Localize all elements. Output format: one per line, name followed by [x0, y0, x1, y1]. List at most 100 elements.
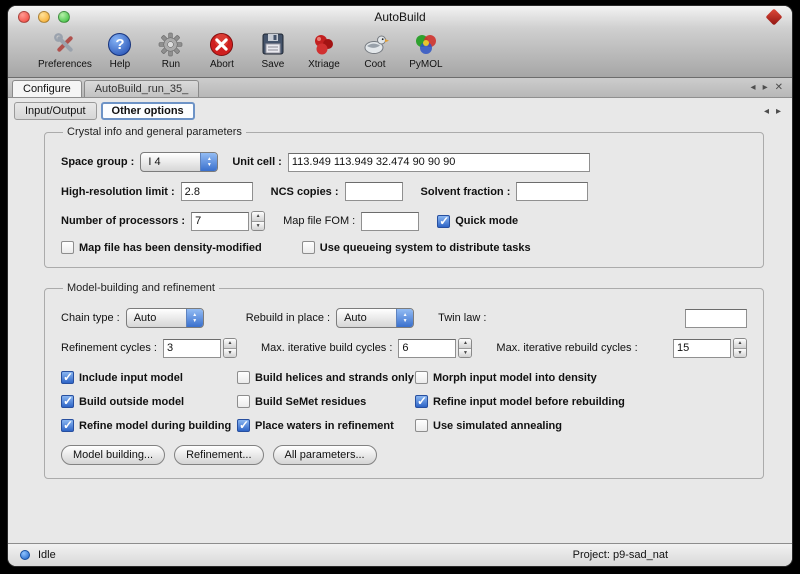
morph-input-model-checkbox[interactable]: Morph input model into density [415, 371, 747, 384]
stepper-down-icon[interactable]: ▼ [734, 349, 746, 358]
build-helices-strands-checkbox[interactable]: Build helices and strands only [237, 371, 415, 384]
processors-spinner: ▲ ▼ [191, 211, 265, 231]
checkbox-icon [415, 371, 428, 384]
queueing-checkbox[interactable]: Use queueing system to distribute tasks [302, 241, 531, 254]
options-scroll-right-icon[interactable]: ▸ [776, 106, 781, 117]
tab-scroll-left-icon[interactable]: ◂ [751, 82, 756, 93]
xtriage-button[interactable]: Xtriage [301, 29, 347, 71]
tab-scroll-right-icon[interactable]: ▸ [763, 82, 768, 93]
pymol-button[interactable]: PyMOL [403, 29, 449, 71]
notebook-tab-bar: Configure AutoBuild_run_35_ ◂ ▸ ✕ [8, 78, 792, 98]
max-build-cycles-input[interactable] [398, 339, 456, 358]
map-fom-label: Map file FOM : [283, 215, 355, 227]
density-modified-checkbox[interactable]: Map file has been density-modified [61, 241, 262, 254]
save-button[interactable]: Save [250, 29, 296, 71]
autobuild-window: AutoBuild Preferences ? Help [8, 6, 792, 566]
checkbox-icon [237, 371, 250, 384]
map-fom-input[interactable] [361, 212, 419, 231]
stepper-down-icon[interactable]: ▼ [224, 349, 236, 358]
status-text: Idle [38, 549, 56, 561]
processors-label: Number of processors : [61, 215, 185, 227]
minimize-button[interactable] [38, 11, 50, 23]
build-semet-checkbox[interactable]: Build SeMet residues [237, 395, 415, 408]
tab-nav-controls: ◂ ▸ ✕ [751, 78, 792, 97]
abort-icon [209, 29, 234, 59]
checkbox-icon [61, 419, 74, 432]
stepper-up-icon[interactable]: ▲ [459, 339, 471, 349]
run-button[interactable]: Run [148, 29, 194, 71]
abort-button[interactable]: Abort [199, 29, 245, 71]
stepper-up-icon[interactable]: ▲ [734, 339, 746, 349]
rebuild-in-place-label: Rebuild in place : [246, 312, 330, 324]
build-outside-model-checkbox[interactable]: Build outside model [61, 395, 237, 408]
options-tab-nav: ◂ ▸ [764, 106, 783, 117]
zoom-button[interactable] [58, 11, 70, 23]
refinement-cycles-input[interactable] [163, 339, 221, 358]
model-building-button[interactable]: Model building... [61, 445, 165, 465]
include-input-model-checkbox[interactable]: Include input model [61, 371, 237, 384]
refine-during-building-checkbox[interactable]: Refine model during building [61, 419, 237, 432]
max-rebuild-cycles-stepper: ▲ ▼ [733, 338, 747, 358]
unit-cell-label: Unit cell : [232, 156, 282, 168]
space-group-dropdown[interactable]: I 4 ▲▼ [140, 152, 218, 172]
status-led-icon [20, 550, 30, 560]
project-label: Project: p9-sad_nat [573, 549, 668, 561]
refinement-cycles-spinner: ▲ ▼ [163, 338, 237, 358]
processors-input[interactable] [191, 212, 249, 231]
ncs-copies-input[interactable] [345, 182, 403, 201]
help-button[interactable]: ? Help [97, 29, 143, 71]
content-area: Input/Output Other options ◂ ▸ Crystal i… [8, 98, 792, 543]
options-tab-bar: Input/Output Other options ◂ ▸ [8, 98, 792, 123]
max-rebuild-cycles-input[interactable] [673, 339, 731, 358]
solvent-fraction-input[interactable] [516, 182, 588, 201]
popup-arrows-icon: ▲▼ [396, 309, 413, 327]
preferences-button[interactable]: Preferences [38, 29, 92, 71]
tab-configure[interactable]: Configure [12, 80, 82, 97]
popup-arrows-icon: ▲▼ [186, 309, 203, 327]
simulated-annealing-checkbox[interactable]: Use simulated annealing [415, 419, 747, 432]
help-icon: ? [108, 29, 131, 59]
status-bar: Idle Project: p9-sad_nat [8, 543, 792, 566]
stepper-up-icon[interactable]: ▲ [224, 339, 236, 349]
place-waters-checkbox[interactable]: Place waters in refinement [237, 419, 415, 432]
window-title: AutoBuild [8, 10, 792, 24]
unit-cell-input[interactable] [288, 153, 590, 172]
close-button[interactable] [18, 11, 30, 23]
high-res-input[interactable] [181, 182, 253, 201]
stepper-down-icon[interactable]: ▼ [252, 222, 264, 231]
tab-other-options[interactable]: Other options [101, 102, 195, 120]
model-section-title: Model-building and refinement [63, 282, 219, 294]
space-group-label: Space group : [61, 156, 134, 168]
stepper-down-icon[interactable]: ▼ [459, 349, 471, 358]
tab-close-icon[interactable]: ✕ [775, 82, 783, 93]
tab-autobuild-run[interactable]: AutoBuild_run_35_ [84, 80, 200, 97]
model-building-section: Model-building and refinement Chain type… [44, 282, 764, 479]
max-build-cycles-stepper: ▲ ▼ [458, 338, 472, 358]
high-res-label: High-resolution limit : [61, 186, 175, 198]
rebuild-in-place-dropdown[interactable]: Auto ▲▼ [336, 308, 414, 328]
title-bar[interactable]: AutoBuild [8, 6, 792, 28]
twin-law-input[interactable] [685, 309, 747, 328]
quick-mode-checkbox[interactable]: Quick mode [437, 215, 518, 228]
max-rebuild-cycles-label: Max. iterative rebuild cycles : [496, 342, 637, 354]
xtriage-icon [311, 29, 337, 59]
options-scroll-left-icon[interactable]: ◂ [764, 106, 769, 117]
coot-button[interactable]: Coot [352, 29, 398, 71]
checkbox-icon [61, 371, 74, 384]
stepper-up-icon[interactable]: ▲ [252, 212, 264, 222]
pymol-icon [413, 29, 439, 59]
refine-before-rebuilding-checkbox[interactable]: Refine input model before rebuilding [415, 395, 747, 408]
ncs-copies-label: NCS copies : [271, 186, 339, 198]
crystal-info-section: Crystal info and general parameters Spac… [44, 126, 764, 268]
checkbox-icon [437, 215, 450, 228]
coot-bird-icon [361, 29, 389, 59]
refinement-button[interactable]: Refinement... [174, 445, 263, 465]
chain-type-dropdown[interactable]: Auto ▲▼ [126, 308, 204, 328]
max-build-cycles-spinner: ▲ ▼ [398, 338, 472, 358]
checkbox-icon [302, 241, 315, 254]
all-parameters-button[interactable]: All parameters... [273, 445, 377, 465]
popup-arrows-icon: ▲▼ [200, 153, 217, 171]
model-options-grid: Include input model Build helices and st… [61, 371, 747, 432]
checkbox-icon [61, 395, 74, 408]
tab-input-output[interactable]: Input/Output [14, 102, 97, 120]
